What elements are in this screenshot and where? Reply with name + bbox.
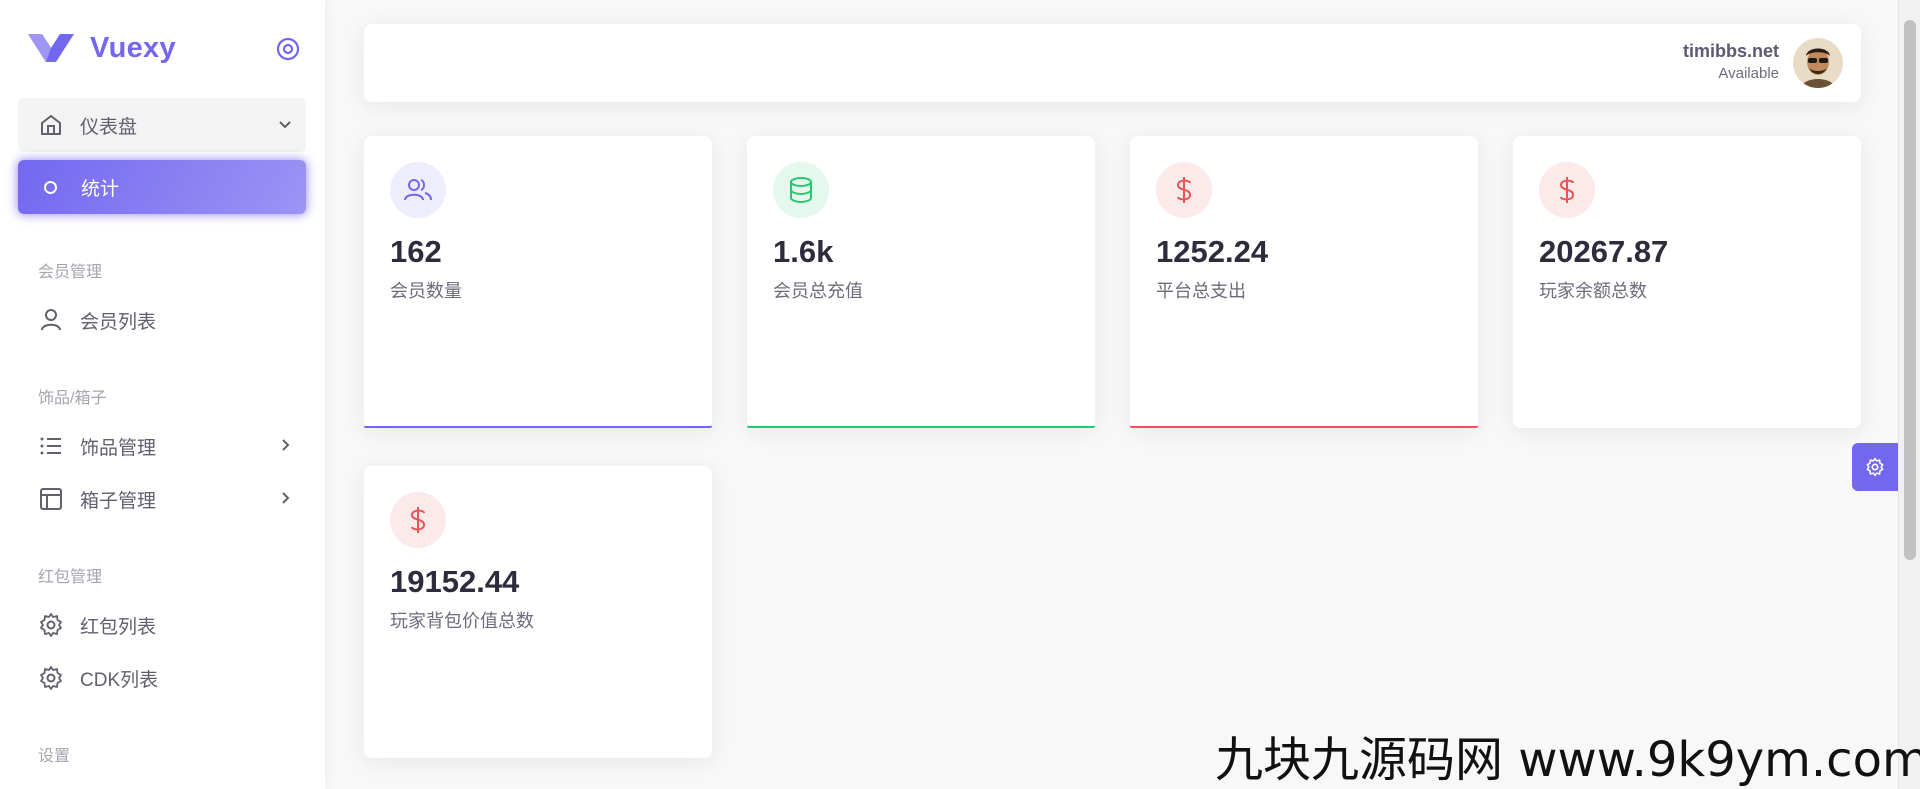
stat-value: 1.6k — [773, 234, 834, 269]
brand[interactable]: Vuexy — [28, 28, 176, 68]
stat-card-platform-expense: 1252.24 平台总支出 — [1130, 136, 1478, 428]
section-title-settings: 设置 — [38, 748, 71, 765]
sidebar-item-cdk-list[interactable]: CDK列表 — [18, 651, 306, 705]
stat-icon-wrap — [390, 492, 446, 548]
customizer-toggle-button[interactable] — [1852, 443, 1898, 491]
dollar-icon — [1176, 177, 1192, 203]
database-icon — [790, 177, 812, 204]
sidebar-item-label: 箱子管理 — [80, 490, 157, 512]
section-title-items-boxes: 饰品/箱子 — [38, 390, 107, 407]
top-navbar: timibbs.net Available — [364, 24, 1861, 102]
sidebar-item-redpacket-list[interactable]: 红包列表 — [18, 598, 306, 652]
brand-logo-icon — [28, 34, 74, 62]
stat-label: 平台总支出 — [1156, 281, 1246, 301]
stat-label: 会员总充值 — [773, 281, 863, 301]
section-title-members: 会员管理 — [38, 264, 103, 281]
stat-value: 19152.44 — [390, 564, 520, 599]
stat-card-player-balance: 20267.87 玩家余额总数 — [1513, 136, 1861, 428]
sidebar-item-label: 会员列表 — [80, 311, 157, 333]
stat-line — [747, 426, 1095, 428]
user-icon — [41, 309, 61, 331]
stat-card-total-recharge: 1.6k 会员总充值 — [747, 136, 1095, 428]
sidebar-item-label: 统计 — [81, 178, 120, 200]
dollar-icon — [410, 507, 426, 533]
stat-value: 20267.87 — [1539, 234, 1669, 269]
dollar-icon — [1559, 177, 1575, 203]
sidebar-item-boxes-management[interactable]: 箱子管理 — [18, 472, 306, 526]
chevron-right-icon — [282, 439, 290, 451]
watermark-text: 九块九源码网 www.9k9ym.com — [1215, 732, 1920, 788]
stat-card-member-count: 162 会员数量 — [364, 136, 712, 428]
user-status: Available — [1718, 65, 1779, 82]
chevron-right-icon — [282, 492, 290, 504]
sidebar: Vuexy 仪表盘 统计 会员管理 会员列表 饰品/箱子 饰品管理 箱子管理 红… — [0, 0, 325, 789]
stat-card-backpack-value: 19152.44 玩家背包价值总数 — [364, 466, 712, 758]
stat-label: 玩家背包价值总数 — [390, 611, 534, 631]
sidebar-item-label: CDK列表 — [80, 669, 159, 691]
stat-line — [364, 426, 712, 428]
section-title-redpacket: 红包管理 — [38, 569, 103, 586]
stat-label: 玩家余额总数 — [1539, 281, 1647, 301]
stat-icon-wrap — [1156, 162, 1212, 218]
layout-icon — [40, 488, 62, 510]
app-root: Vuexy 仪表盘 统计 会员管理 会员列表 饰品/箱子 饰品管理 箱子管理 红… — [0, 0, 1920, 789]
sidebar-item-items-management[interactable]: 饰品管理 — [18, 419, 306, 473]
sidebar-item-label: 红包列表 — [80, 616, 157, 638]
sidebar-item-statistics[interactable]: 统计 — [18, 160, 306, 214]
sidebar-item-label: 仪表盘 — [80, 116, 138, 138]
stat-icon-wrap — [1539, 162, 1595, 218]
sidebar-item-dashboard[interactable]: 仪表盘 — [18, 98, 306, 152]
collapse-toggle-icon[interactable] — [275, 36, 301, 62]
stat-icon-wrap — [773, 162, 829, 218]
avatar[interactable] — [1793, 38, 1843, 88]
stat-label: 会员数量 — [390, 281, 462, 301]
home-icon — [41, 115, 61, 135]
user-info[interactable]: timibbs.net Available — [1683, 40, 1779, 84]
users-icon — [404, 179, 432, 201]
gear-icon — [40, 666, 62, 690]
brand-name: Vuexy — [90, 31, 176, 64]
stat-value: 162 — [390, 234, 442, 269]
stat-value: 1252.24 — [1156, 234, 1269, 269]
list-icon — [40, 437, 61, 455]
stat-line — [1130, 426, 1478, 428]
sidebar-item-label: 饰品管理 — [80, 437, 157, 459]
gear-icon — [1866, 457, 1884, 477]
sidebar-item-member-list[interactable]: 会员列表 — [18, 293, 306, 347]
gear-icon — [40, 613, 62, 637]
user-name: timibbs.net — [1682, 41, 1779, 61]
chevron-down-icon — [279, 121, 291, 129]
circle-icon — [44, 180, 57, 194]
stat-icon-wrap — [390, 162, 446, 218]
scrollbar-thumb[interactable] — [1904, 20, 1916, 560]
scrollbar[interactable] — [1898, 0, 1920, 789]
